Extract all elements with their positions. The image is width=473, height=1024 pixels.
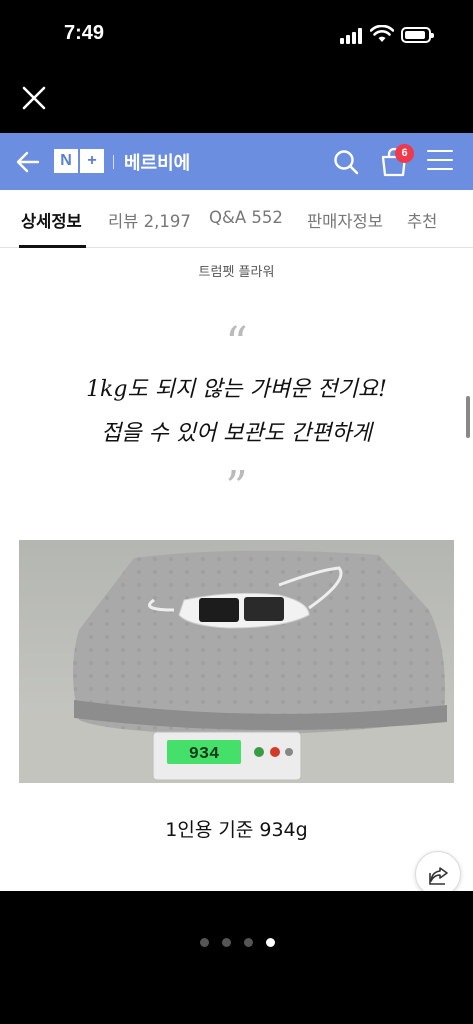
logo-n: N xyxy=(54,149,78,173)
page-dot-4-active[interactable] xyxy=(266,938,275,947)
close-icon[interactable] xyxy=(20,84,48,112)
status-time: 7:49 xyxy=(64,22,105,44)
page-dot-2[interactable] xyxy=(222,938,231,947)
share-icon xyxy=(429,867,448,885)
promo-headline: 1kg도 되지 않는 가벼운 전기요! 접을 수 있어 보관도 간편하게 xyxy=(0,368,473,456)
status-bar: 7:49 xyxy=(0,0,473,70)
back-arrow-icon[interactable] xyxy=(14,148,42,176)
naver-plus-logo[interactable]: N + xyxy=(54,149,104,175)
electric-blanket-on-scale-image: 934 xyxy=(19,540,454,783)
viewer-top-bar xyxy=(0,70,473,133)
page-indicator xyxy=(200,938,275,947)
headline-line-2: 접을 수 있어 보관도 간편하게 xyxy=(101,421,372,446)
product-photo: 934 xyxy=(19,540,454,783)
cellular-signal-icon xyxy=(340,28,364,44)
scrollbar-thumb[interactable] xyxy=(466,396,470,438)
product-subtitle: 트럼펫 플라워 xyxy=(198,265,275,280)
tab-qna[interactable]: Q&A 552 xyxy=(209,208,283,227)
search-icon[interactable] xyxy=(332,148,360,176)
product-tabs: 상세정보 리뷰 2,197 Q&A 552 판매자정보 추천 xyxy=(0,190,473,248)
logo-plus: + xyxy=(80,149,104,173)
battery-icon xyxy=(401,27,434,43)
cart-count-badge: 6 xyxy=(395,144,414,163)
scale-reading: 934 xyxy=(189,745,220,764)
wifi-icon xyxy=(370,25,394,42)
hamburger-menu-icon[interactable] xyxy=(427,150,453,174)
store-header: N + 베르비에 6 xyxy=(0,133,473,190)
product-detail-content[interactable]: 트럼펫 플라워 “ 1kg도 되지 않는 가벼운 전기요! 접을 수 있어 보관… xyxy=(0,248,473,891)
tab-reviews[interactable]: 리뷰 2,197 xyxy=(108,208,191,232)
header-divider xyxy=(113,155,114,169)
headline-line-1: 1kg도 되지 않는 가벼운 전기요! xyxy=(86,377,387,402)
tab-recommend[interactable]: 추천 xyxy=(407,208,437,232)
viewer-bottom-bar xyxy=(0,891,473,1024)
close-quote-mark: ” xyxy=(225,462,248,513)
tab-seller-info[interactable]: 판매자정보 xyxy=(307,208,383,232)
photo-caption: 1인용 기준 934g xyxy=(165,819,308,841)
open-quote-mark: “ xyxy=(225,318,248,369)
tab-details[interactable]: 상세정보 xyxy=(21,208,82,232)
page-dot-3[interactable] xyxy=(244,938,253,947)
store-name[interactable]: 베르비에 xyxy=(124,149,190,175)
page-dot-1[interactable] xyxy=(200,938,209,947)
share-button[interactable] xyxy=(415,851,461,891)
